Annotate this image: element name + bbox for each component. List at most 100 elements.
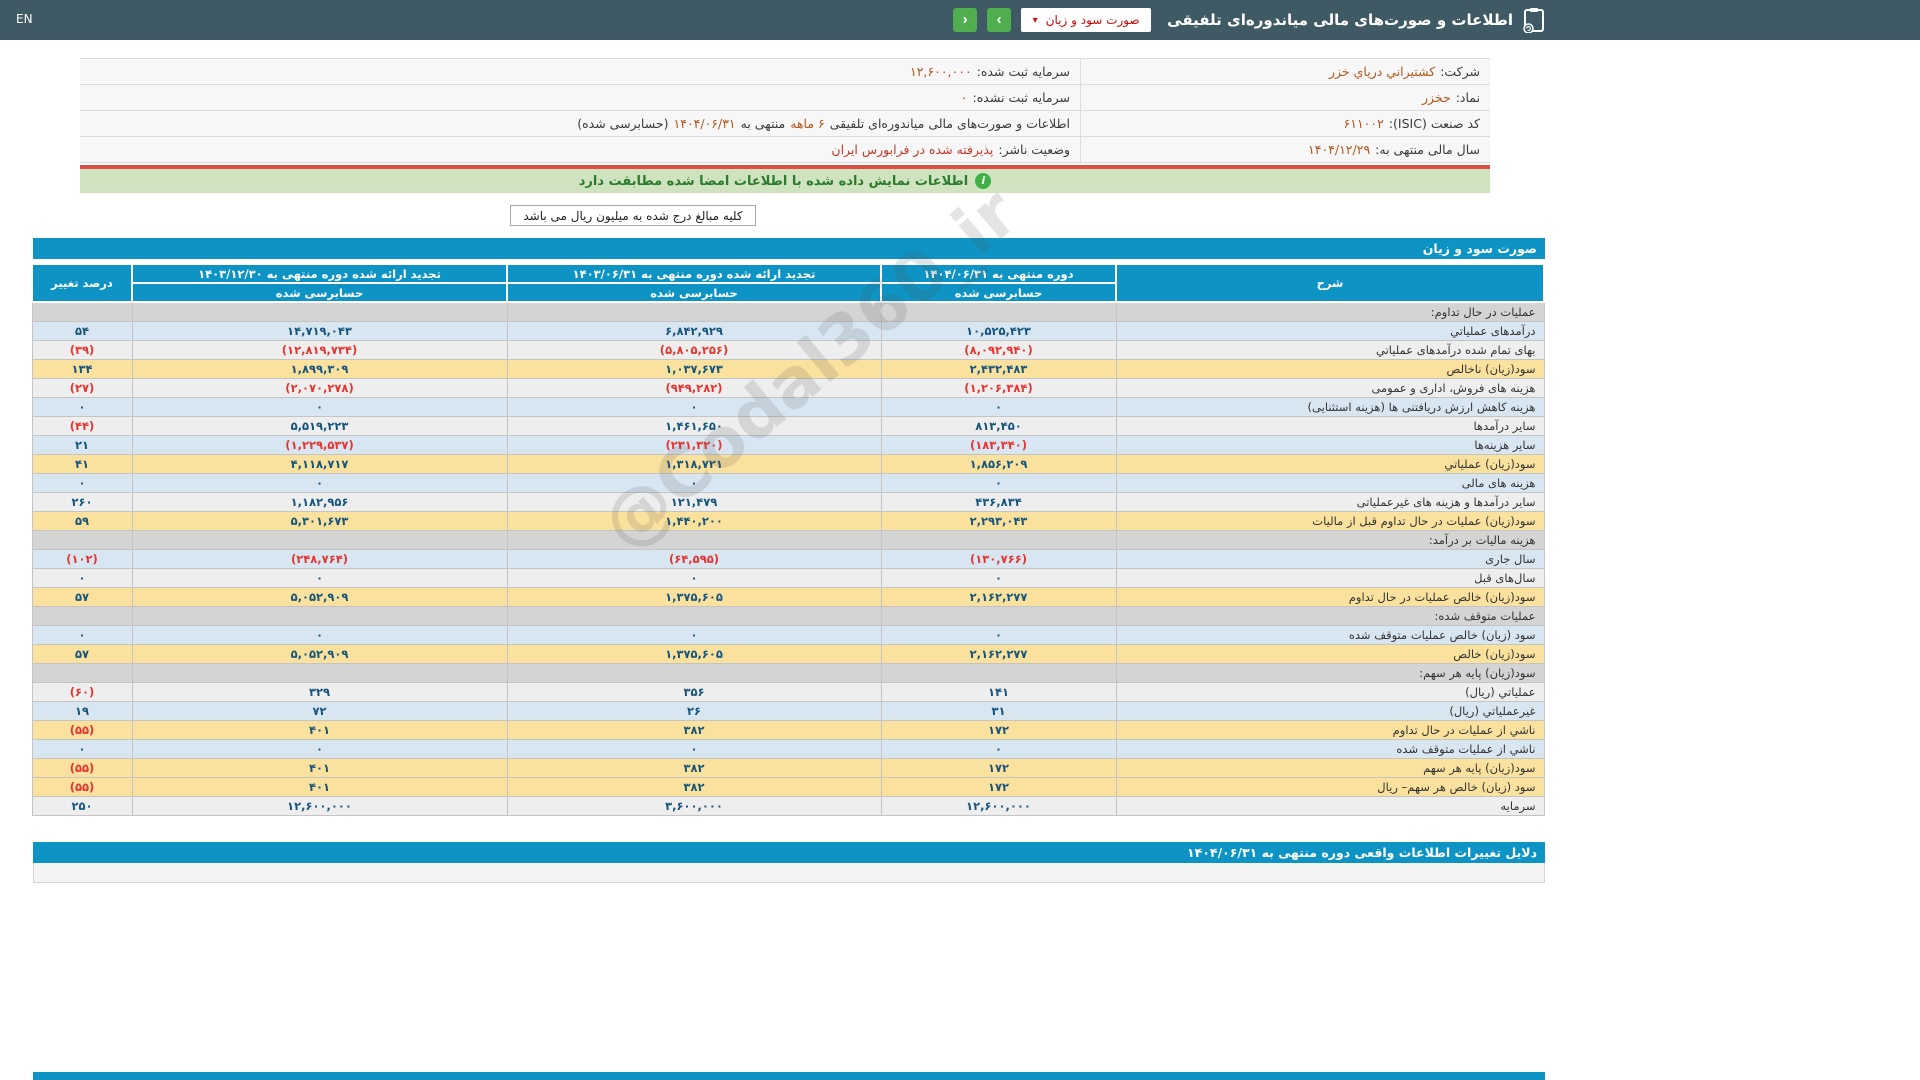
row-value xyxy=(506,529,882,550)
row-value: ۲۶ xyxy=(506,700,882,721)
row-value: ۸۱۳,۴۵۰ xyxy=(880,415,1117,436)
row-value: ۴۰۱ xyxy=(131,757,508,778)
row-value: ۱۴۱ xyxy=(880,681,1117,702)
row-value: ۶,۸۴۲,۹۲۹ xyxy=(506,320,882,341)
row-value: ۲,۱۶۲,۲۷۷ xyxy=(880,643,1117,664)
row-value: ۵۹ xyxy=(31,510,133,531)
row-value: ۰ xyxy=(506,396,882,417)
registered-capital-value: ۱۲,۶۰۰,۰۰۰ xyxy=(910,64,972,79)
row-value: ۱۷۲ xyxy=(880,757,1117,778)
row-value: (۶۰) xyxy=(31,681,133,702)
group-row: سود(زیان) پایه هر سهم: xyxy=(31,662,1545,683)
col-header-restated-yearend: تجدید ارائه شده دوره منتهی به ۱۴۰۳/۱۲/۳۰ xyxy=(131,263,508,284)
language-switch-en[interactable]: EN xyxy=(16,12,33,26)
changes-reasons-title: دلایل تغییرات اطلاعات واقعی دوره منتهی ب… xyxy=(33,841,1545,863)
fiscal-year-label: سال مالی منتهی به: xyxy=(1375,142,1480,157)
table-row: سود (زیان) خالص عملیات متوقف شده ۰ ۰ ۰ ۰ xyxy=(31,624,1545,645)
row-value: ۱۳۴ xyxy=(31,358,133,379)
row-value: ۰ xyxy=(31,472,133,493)
row-value: (۲۳۱,۳۲۰) xyxy=(506,434,882,455)
row-label: سرمایه xyxy=(1115,795,1545,816)
report-period-text: اطلاعات و صورت‌های مالی میاندوره‌ای تلفی… xyxy=(829,116,1070,131)
row-value: (۵,۸۰۵,۲۵۶) xyxy=(506,339,882,360)
income-statement-section: صورت سود و زیان شرح دوره منتهی به ۱۴۰۴/۰… xyxy=(31,238,1545,816)
row-value: ۵۴ xyxy=(31,320,133,341)
row-value: ۵,۰۵۲,۹۰۹ xyxy=(131,643,508,664)
row-value: ۱۲,۶۰۰,۰۰۰ xyxy=(131,795,508,816)
row-value: ۰ xyxy=(880,472,1117,493)
row-value: ۱۷۲ xyxy=(880,776,1117,797)
isic-label: کد صنعت (ISIC): xyxy=(1388,116,1480,131)
row-value: ۰ xyxy=(131,567,508,588)
row-value xyxy=(31,605,133,626)
row-label: سود (زیان) خالص هر سهم– ریال xyxy=(1115,776,1545,797)
clipboard-report-icon xyxy=(1523,8,1544,33)
table-row: سود(زیان) پایه هر سهم ۱۷۲ ۳۸۲ ۴۰۱ (۵۵) xyxy=(31,757,1545,778)
info-row-isic: کد صنعت (ISIC): ۶۱۱۰۰۲ اطلاعات و صورت‌ها… xyxy=(80,111,1490,137)
col-header-restated-midyear: تجدید ارائه شده دوره منتهی به ۱۴۰۳/۰۶/۳۱ xyxy=(506,263,882,284)
audited-subheader: حسابرسی شده xyxy=(880,282,1117,303)
next-statement-button[interactable]: › xyxy=(987,8,1012,32)
table-row: سود(زیان) ناخالص ۲,۴۳۲,۴۸۳ ۱,۰۳۷,۶۷۳ ۱,۸۹۹,… xyxy=(31,358,1545,379)
row-value: ۳۵۶ xyxy=(506,681,882,702)
row-label: ناشي از عملیات متوقف شده xyxy=(1115,738,1545,759)
table-row: سود(زیان) خالص عملیات در حال تداوم ۲,۱۶۲,… xyxy=(31,586,1545,607)
row-value: ۳۲۹ xyxy=(131,681,508,702)
row-label: غیرعملیاتي (ریال) xyxy=(1115,700,1545,721)
row-value: (۲,۰۷۰,۲۷۸) xyxy=(131,377,508,398)
col-header-current-period: دوره منتهی به ۱۴۰۴/۰۶/۳۱ xyxy=(880,263,1117,284)
row-label: عملیات در حال تداوم: xyxy=(1115,301,1545,322)
table-row: هزینه کاهش ارزش دریافتنی ها (هزینه استثن… xyxy=(31,396,1545,417)
row-value: ۰ xyxy=(131,396,508,417)
row-value: (۸,۰۹۲,۹۴۰) xyxy=(880,339,1117,360)
row-value: ۰ xyxy=(31,396,133,417)
row-value: (۲۷) xyxy=(31,377,133,398)
row-label: سود(زیان) پایه هر سهم xyxy=(1115,757,1545,778)
row-label: سود(زیان) عملیات در حال تداوم قبل از مال… xyxy=(1115,510,1545,531)
table-row: درآمدهای عملیاتي ۱۰,۵۲۵,۴۲۳ ۶,۸۴۲,۹۲۹ ۱۴,۷۱… xyxy=(31,320,1545,341)
chevron-down-icon: ▾ xyxy=(1032,14,1038,26)
table-row: سال جاری (۱۳۰,۷۶۶) (۶۴,۵۹۵) (۲۴۸,۷۶۴) (۱۰۲) xyxy=(31,548,1545,569)
row-label: هزینه های مالی xyxy=(1115,472,1545,493)
row-value xyxy=(880,529,1117,550)
table-row: سرمایه ۱۲,۶۰۰,۰۰۰ ۳,۶۰۰,۰۰۰ ۱۲,۶۰۰,۰۰۰ ۲۵۰ xyxy=(31,795,1545,816)
row-value: (۱,۲۲۹,۵۳۷) xyxy=(131,434,508,455)
top-bar: اطلاعات و صورت‌های مالی میاندوره‌ای تلفی… xyxy=(0,0,1920,40)
row-value xyxy=(506,301,882,322)
row-value: ۷۲ xyxy=(131,700,508,721)
row-value: ۱,۳۷۵,۶۰۵ xyxy=(506,586,882,607)
row-value: ۰ xyxy=(31,624,133,645)
row-value: (۲۴۸,۷۶۴) xyxy=(131,548,508,569)
prev-statement-button[interactable]: ‹ xyxy=(953,8,978,32)
symbol-label: نماد: xyxy=(1455,90,1480,105)
income-statement-title: صورت سود و زیان xyxy=(33,238,1545,259)
row-value: (۵۵) xyxy=(31,757,133,778)
row-label: ناشي از عملیات در حال تداوم xyxy=(1115,719,1545,740)
row-value: (۶۴,۵۹۵) xyxy=(506,548,882,569)
col-header-description: شرح xyxy=(1115,263,1545,303)
row-value: ۵۷ xyxy=(31,643,133,664)
row-value: ۰ xyxy=(506,738,882,759)
row-value: ۱۴,۷۱۹,۰۴۳ xyxy=(131,320,508,341)
row-label: عملیاتي (ریال) xyxy=(1115,681,1545,702)
row-label: سود(زیان) پایه هر سهم: xyxy=(1115,662,1545,683)
row-value xyxy=(31,529,133,550)
row-value: ۱,۴۶۱,۶۵۰ xyxy=(506,415,882,436)
row-value: ۰ xyxy=(880,738,1117,759)
table-row: ناشي از عملیات متوقف شده ۰ ۰ ۰ ۰ xyxy=(31,738,1545,759)
row-value: ۱۰,۵۲۵,۴۲۳ xyxy=(880,320,1117,341)
report-period-ending-label: منتهی به xyxy=(740,116,786,131)
registered-capital-label: سرمایه ثبت شده: xyxy=(976,64,1070,79)
table-row: سایر هزینه‌ها (۱۸۳,۳۴۰) (۲۳۱,۳۲۰) (۱,۲۲۹,۵۳… xyxy=(31,434,1545,455)
row-label: هزینه های فروش، اداری و عمومی xyxy=(1115,377,1545,398)
info-row-company: شرکت: کشتیراني درياي خزر سرمایه ثبت شده:… xyxy=(80,59,1490,85)
income-table-body: عملیات در حال تداوم: درآمدهای عملیاتي ۱۰,۵… xyxy=(31,301,1545,816)
col-header-percent-change: درصد تغییر xyxy=(31,263,133,303)
row-value: ۴۳۶,۸۳۴ xyxy=(880,491,1117,512)
row-label: عملیات متوقف شده: xyxy=(1115,605,1545,626)
statement-dropdown[interactable]: صورت سود و زیان ▾ xyxy=(1021,8,1152,32)
row-label: سود(زیان) عملیاتي xyxy=(1115,453,1545,474)
company-value: کشتیراني درياي خزر xyxy=(1328,64,1436,79)
statement-dropdown-value: صورت سود و زیان xyxy=(1045,13,1140,27)
table-row: ناشي از عملیات در حال تداوم ۱۷۲ ۳۸۲ ۴۰۱ (۵۵) xyxy=(31,719,1545,740)
